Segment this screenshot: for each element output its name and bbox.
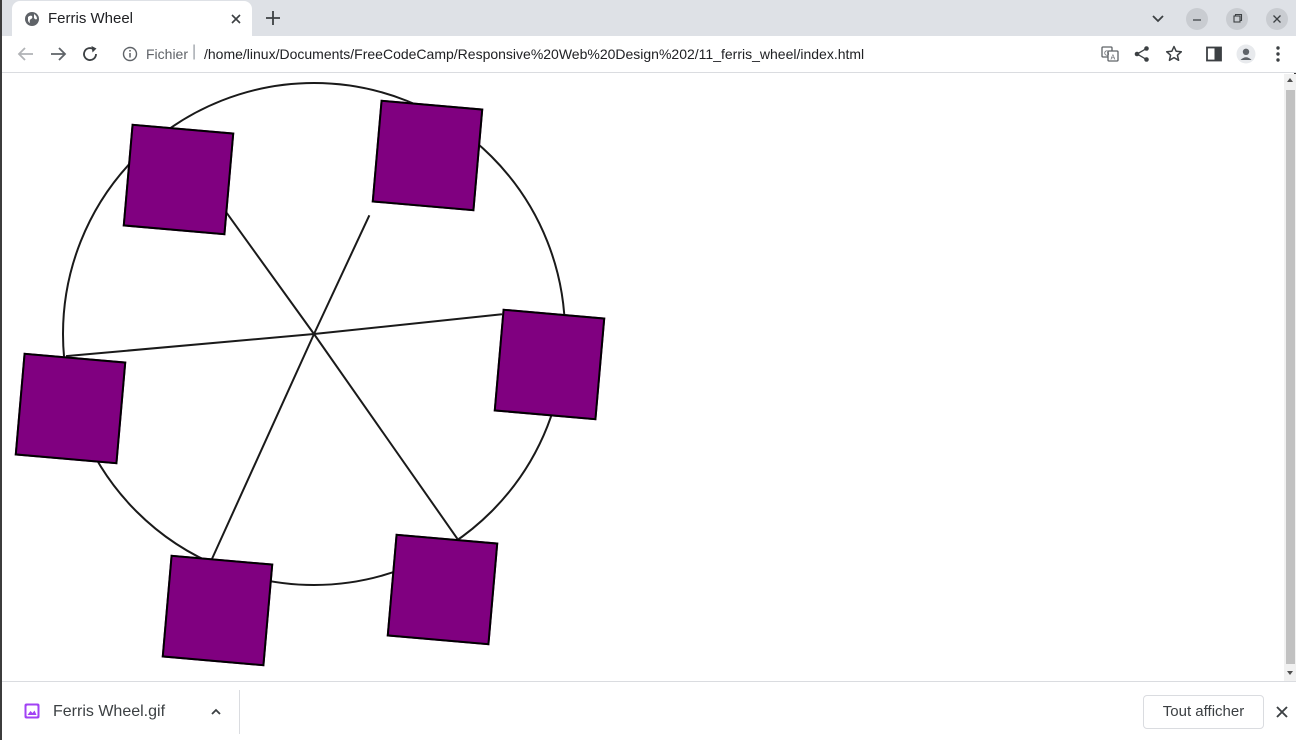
cabin xyxy=(161,554,273,666)
cabin xyxy=(122,123,234,235)
globe-icon xyxy=(25,12,39,26)
arrow-right-icon[interactable] xyxy=(47,43,69,65)
cabin xyxy=(371,99,483,211)
close-icon[interactable] xyxy=(1266,8,1288,30)
download-file-name: Ferris Wheel.gif xyxy=(53,703,166,720)
share-icon[interactable] xyxy=(1132,44,1152,64)
download-bar: Ferris Wheel.gif Tout afficher xyxy=(2,681,1296,740)
svg-text:A: A xyxy=(1111,54,1116,62)
plus-icon[interactable] xyxy=(262,7,284,29)
show-all-button[interactable]: Tout afficher xyxy=(1143,695,1264,729)
page-viewport xyxy=(4,74,1284,681)
profile-icon[interactable] xyxy=(1236,44,1256,64)
scroll-down-icon[interactable] xyxy=(1287,671,1293,675)
download-item[interactable]: Ferris Wheel.gif xyxy=(10,690,240,734)
browser-window: Ferris Wheel Fichier | /home/linux/Docum… xyxy=(0,0,1296,740)
info-icon[interactable] xyxy=(122,46,138,62)
chevron-up-icon[interactable] xyxy=(208,704,224,720)
scroll-up-icon[interactable] xyxy=(1287,78,1293,82)
star-icon[interactable] xyxy=(1164,44,1184,64)
toolbar: Fichier | /home/linux/Documents/FreeCode… xyxy=(2,36,1296,73)
arrow-left-icon[interactable] xyxy=(15,43,37,65)
separator: | xyxy=(192,43,197,60)
tab-ferris-wheel[interactable]: Ferris Wheel xyxy=(12,1,252,36)
image-file-icon xyxy=(24,703,40,719)
minimize-icon[interactable] xyxy=(1186,8,1208,30)
side-panel-icon[interactable] xyxy=(1204,44,1224,64)
kebab-menu-icon[interactable] xyxy=(1268,44,1288,64)
svg-text:G: G xyxy=(1104,50,1109,58)
scrollbar-thumb[interactable] xyxy=(1286,90,1295,664)
reload-icon[interactable] xyxy=(79,43,101,65)
tab-strip: Ferris Wheel xyxy=(2,0,1296,36)
cabin xyxy=(386,533,498,645)
restore-icon[interactable] xyxy=(1226,8,1248,30)
translate-icon[interactable]: G A xyxy=(1100,44,1120,64)
address-bar[interactable]: Fichier | /home/linux/Documents/FreeCode… xyxy=(112,39,1252,69)
tab-title: Ferris Wheel xyxy=(48,10,134,27)
security-label: Fichier xyxy=(146,46,189,62)
url-text[interactable]: /home/linux/Documents/FreeCodeCamp/Respo… xyxy=(204,46,864,62)
close-icon[interactable] xyxy=(226,9,246,29)
chevron-down-icon[interactable] xyxy=(1147,8,1169,30)
cabin xyxy=(14,352,126,464)
cabin xyxy=(493,308,605,420)
close-icon[interactable] xyxy=(1273,703,1291,721)
vertical-scrollbar[interactable] xyxy=(1284,74,1296,681)
